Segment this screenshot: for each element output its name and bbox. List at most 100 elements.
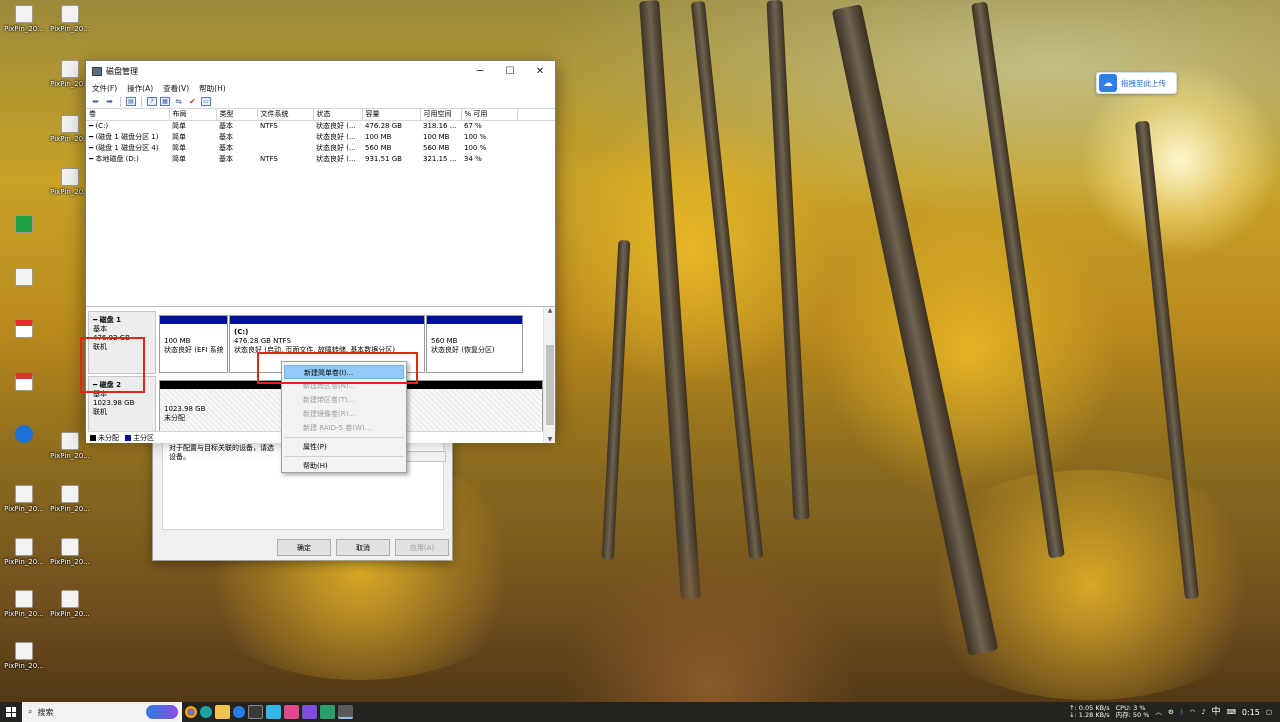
cell-capacity: 560 MB xyxy=(365,143,392,152)
chrome-icon[interactable] xyxy=(185,706,197,718)
col-header-volume[interactable]: 卷 xyxy=(86,109,170,121)
highlight-disk2-label xyxy=(80,337,145,393)
pixpin-icon[interactable] xyxy=(320,705,335,719)
title-bar[interactable]: 磁盘管理 ─ ☐ ✕ xyxy=(86,61,555,81)
menu-help[interactable]: 帮助(H) xyxy=(199,83,226,94)
desktop-icon[interactable]: PixPin_20... xyxy=(46,485,94,513)
cloud-upload-icon: ☁ xyxy=(1099,74,1117,92)
file-explorer-icon[interactable] xyxy=(215,705,230,719)
partition-size: 100 MB xyxy=(164,337,191,345)
minimize-button[interactable]: ─ xyxy=(465,66,495,77)
desktop-icon[interactable] xyxy=(0,215,48,235)
connect-icon[interactable]: ⇋ xyxy=(173,97,184,107)
desktop-icon[interactable]: PixPin_20... xyxy=(0,485,48,513)
wifi-icon[interactable]: ◠ xyxy=(1190,708,1196,716)
menu-item-new-raid5-volume[interactable]: 新建 RAID-5 卷(W)... xyxy=(282,421,406,435)
start-button[interactable] xyxy=(0,702,22,722)
scrollbar[interactable]: ▲ ▼ xyxy=(543,307,555,443)
window-title: 磁盘管理 xyxy=(106,66,138,76)
resource-usage: CPU: 3 % 内存: 50 % xyxy=(1116,705,1150,719)
check-icon[interactable]: ✔ xyxy=(187,97,198,107)
cell-capacity: 476.28 GB xyxy=(365,121,402,130)
cell-status: 状态良好 (... xyxy=(316,154,356,163)
desktop-icon[interactable]: PixPin_20... xyxy=(46,5,94,33)
upload-widget[interactable]: ☁ 拖拽至此上传 xyxy=(1096,72,1177,94)
back-icon[interactable]: ⬅ xyxy=(90,97,101,107)
network-icon[interactable]: ⚙ xyxy=(1168,708,1174,716)
app-blue-icon[interactable] xyxy=(233,706,245,718)
partition-title: (C:) xyxy=(234,328,249,336)
desktop-icon[interactable]: PixPin_20... xyxy=(0,590,48,618)
table-row[interactable]: ━ (C:) 简单 基本 NTFS 状态良好 (... 476.28 GB 31… xyxy=(86,120,555,131)
col-header-percent-free[interactable]: % 可用 xyxy=(461,109,518,121)
volume-icon[interactable]: ♪ xyxy=(1201,708,1205,716)
apply-button[interactable]: 应用(A) xyxy=(395,539,449,556)
pdf-icon xyxy=(15,320,33,338)
desktop-icon[interactable]: PixPin_20... xyxy=(0,5,48,33)
col-header-filesystem[interactable]: 文件系统 xyxy=(257,109,314,121)
menu-separator xyxy=(284,437,404,438)
panel-icon[interactable]: ▭ xyxy=(201,97,211,106)
disk-management-taskbar-icon[interactable] xyxy=(338,705,353,719)
desktop-icon[interactable]: PixPin_20... xyxy=(46,538,94,566)
app-purple-icon[interactable] xyxy=(302,705,317,719)
menu-item-new-mirrored-volume[interactable]: 新建镜像卷(R)... xyxy=(282,407,406,421)
menu-item-new-striped-volume[interactable]: 新建带区卷(T)... xyxy=(282,393,406,407)
maximize-button[interactable]: ☐ xyxy=(495,66,525,77)
col-header-type[interactable]: 类型 xyxy=(216,109,258,121)
cell-volume: ━ (磁盘 1 磁盘分区 4) xyxy=(89,143,159,152)
desktop-icon[interactable]: PixPin_20... xyxy=(46,590,94,618)
desktop-icon[interactable] xyxy=(0,320,48,340)
desktop-icon[interactable]: PixPin_20... xyxy=(0,642,48,670)
partition-recovery[interactable]: 560 MB 状态良好 (恢复分区) xyxy=(426,315,523,373)
disk-icon: ━ xyxy=(93,316,100,324)
keyboard-icon[interactable]: ⌨ xyxy=(1226,708,1235,716)
menu-action[interactable]: 操作(A) xyxy=(127,83,153,94)
notification-icon[interactable]: ▢ xyxy=(1266,708,1272,716)
menu-item-help[interactable]: 帮助(H) xyxy=(282,459,406,473)
terminal-icon[interactable] xyxy=(248,705,263,719)
tray-chevron-icon[interactable]: ︿ xyxy=(1155,708,1162,716)
bluetooth-icon[interactable]: ᛒ xyxy=(1180,708,1184,716)
menu-item-properties[interactable]: 属性(P) xyxy=(282,440,406,454)
disk-status: 联机 xyxy=(93,408,107,416)
app-pink-icon[interactable] xyxy=(284,705,299,719)
file-icon xyxy=(61,168,79,186)
partition-bar xyxy=(427,316,522,324)
col-header-layout[interactable]: 布局 xyxy=(169,109,217,121)
ok-button[interactable]: 确定 xyxy=(277,539,331,556)
desktop-icon[interactable] xyxy=(0,425,48,445)
scroll-thumb[interactable] xyxy=(546,345,554,425)
cancel-button[interactable]: 取消 xyxy=(336,539,390,556)
volume-list: 卷 布局 类型 文件系统 状态 容量 可用空间 % 可用 ━ (C:) 简单 基… xyxy=(86,109,555,307)
col-header-free-space[interactable]: 可用空间 xyxy=(420,109,462,121)
scroll-up-icon[interactable]: ▲ xyxy=(544,307,556,314)
toolbar: ⬅ ➡ ▤ ? ▦ ⇋ ✔ ▭ xyxy=(86,95,555,109)
list-view-icon[interactable]: ▤ xyxy=(126,97,136,106)
close-button[interactable]: ✕ xyxy=(525,66,555,77)
col-header-status[interactable]: 状态 xyxy=(313,109,363,121)
search-placeholder: 搜索 xyxy=(37,707,54,717)
table-row[interactable]: ━ (磁盘 1 磁盘分区 4) 简单 基本 状态良好 (... 560 MB 5… xyxy=(86,142,555,153)
file-icon xyxy=(15,5,33,23)
ime-indicator[interactable]: 中 xyxy=(1211,707,1220,716)
menu-view[interactable]: 查看(V) xyxy=(163,83,189,94)
table-row[interactable]: ━ 本地磁盘 (D:) 简单 基本 NTFS 状态良好 (... 931.51 … xyxy=(86,153,555,164)
file-icon xyxy=(61,5,79,23)
edge-icon[interactable] xyxy=(200,706,212,718)
properties-icon[interactable]: ▦ xyxy=(160,97,170,106)
file-icon xyxy=(61,485,79,503)
menu-file[interactable]: 文件(F) xyxy=(92,83,117,94)
desktop-icon[interactable]: PixPin_20... xyxy=(0,538,48,566)
help-icon[interactable]: ? xyxy=(147,97,157,106)
app-cyan-icon[interactable] xyxy=(266,705,281,719)
partition-efi[interactable]: 100 MB 状态良好 (EFI 系统 xyxy=(159,315,228,373)
desktop-icon[interactable] xyxy=(0,268,48,288)
clock[interactable]: 0:15 xyxy=(1242,708,1260,716)
scroll-down-icon[interactable]: ▼ xyxy=(544,436,556,443)
desktop-icon[interactable] xyxy=(0,373,48,393)
col-header-capacity[interactable]: 容量 xyxy=(362,109,421,121)
taskbar-search[interactable]: ⌕ 搜索 xyxy=(22,702,182,722)
forward-icon[interactable]: ➡ xyxy=(104,97,115,107)
table-row[interactable]: ━ (磁盘 1 磁盘分区 1) 简单 基本 状态良好 (... 100 MB 1… xyxy=(86,131,555,142)
